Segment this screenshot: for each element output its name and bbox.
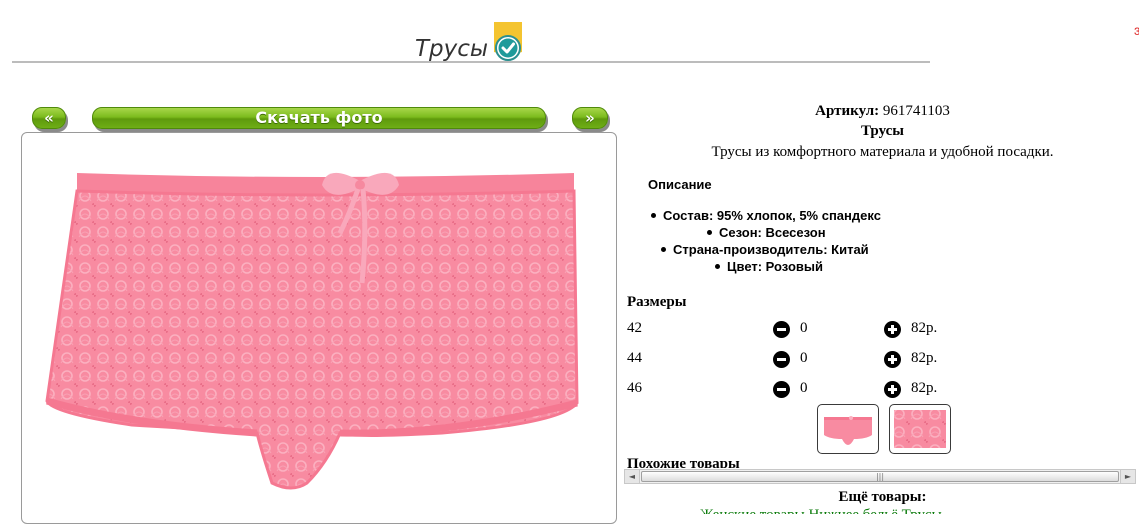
plus-icon[interactable] xyxy=(884,381,901,398)
horizontal-scrollbar[interactable]: ◄ ||| ► xyxy=(624,469,1136,484)
spec-text: Страна-производитель: Китай xyxy=(673,242,869,257)
scrollbar-thumb[interactable]: ||| xyxy=(641,471,1119,482)
quantity-value: 0 xyxy=(800,380,808,396)
size-label: 46 xyxy=(627,380,642,396)
cut-off-edge-mark: ɜ xyxy=(1134,22,1139,38)
spec-text: Сезон: Всесезон xyxy=(719,225,826,240)
spec-item-country: Страна-производитель: Китай xyxy=(661,242,869,257)
price-value: 82р. xyxy=(911,380,938,396)
bullet-icon xyxy=(707,230,712,235)
quantity-value: 0 xyxy=(800,350,808,366)
thumbnail-image xyxy=(824,416,872,445)
bullet-icon xyxy=(715,264,720,269)
description-heading: Описание xyxy=(648,177,712,192)
price-value: 82р. xyxy=(911,350,938,366)
prev-photo-button[interactable]: « xyxy=(32,107,66,129)
plus-icon[interactable] xyxy=(884,321,901,338)
bullet-icon xyxy=(651,213,656,218)
download-photo-button[interactable]: Скачать фото xyxy=(92,107,546,129)
scroll-right-arrow-icon[interactable]: ► xyxy=(1120,470,1135,483)
size-label: 42 xyxy=(627,320,642,336)
article-line: Артикул: 961741103 xyxy=(630,103,1135,120)
thumbnail-texture[interactable] xyxy=(889,404,951,454)
size-label: 44 xyxy=(627,350,642,366)
scroll-left-arrow-icon[interactable]: ◄ xyxy=(625,470,640,483)
size-row: 44 0 82р. xyxy=(627,350,1027,370)
more-products-heading: Ещё товары: xyxy=(838,489,927,505)
size-row: 42 0 82р. xyxy=(627,320,1027,340)
sizes-heading: Размеры xyxy=(627,294,687,310)
verified-check-icon xyxy=(494,22,522,61)
article-value: 961741103 xyxy=(882,103,950,119)
minus-icon[interactable] xyxy=(773,351,790,368)
bullet-icon xyxy=(661,247,666,252)
page-title: Трусы xyxy=(415,36,489,62)
article-label: Артикул: xyxy=(815,103,880,119)
spec-item-season: Сезон: Всесезон xyxy=(707,225,826,240)
quantity-value: 0 xyxy=(800,320,808,336)
plus-icon[interactable] xyxy=(884,351,901,368)
minus-icon[interactable] xyxy=(773,381,790,398)
price-value: 82р. xyxy=(911,320,938,336)
more-products-links[interactable]: Женские товары Нижнее бельё Трусы xyxy=(700,507,1100,514)
minus-icon[interactable] xyxy=(773,321,790,338)
similar-products-heading: Похожие товары xyxy=(627,456,740,468)
size-row: 46 0 82р. xyxy=(627,380,1027,400)
title-area: Трусы xyxy=(0,8,940,64)
thumbnail-image xyxy=(894,410,946,448)
spec-item-color: Цвет: Розовый xyxy=(715,259,823,274)
product-photo[interactable] xyxy=(22,133,616,523)
spec-text: Состав: 95% хлопок, 5% спандекс xyxy=(663,208,881,223)
spec-item-composition: Состав: 95% хлопок, 5% спандекс xyxy=(651,208,881,223)
spec-text: Цвет: Розовый xyxy=(727,259,823,274)
product-description: Трусы из комфортного материала и удобной… xyxy=(711,144,1054,160)
product-photo-frame xyxy=(21,132,617,524)
product-name: Трусы xyxy=(861,123,904,139)
header-divider xyxy=(12,61,930,63)
next-photo-button[interactable]: » xyxy=(572,107,608,129)
thumbnail-front[interactable] xyxy=(817,404,879,454)
